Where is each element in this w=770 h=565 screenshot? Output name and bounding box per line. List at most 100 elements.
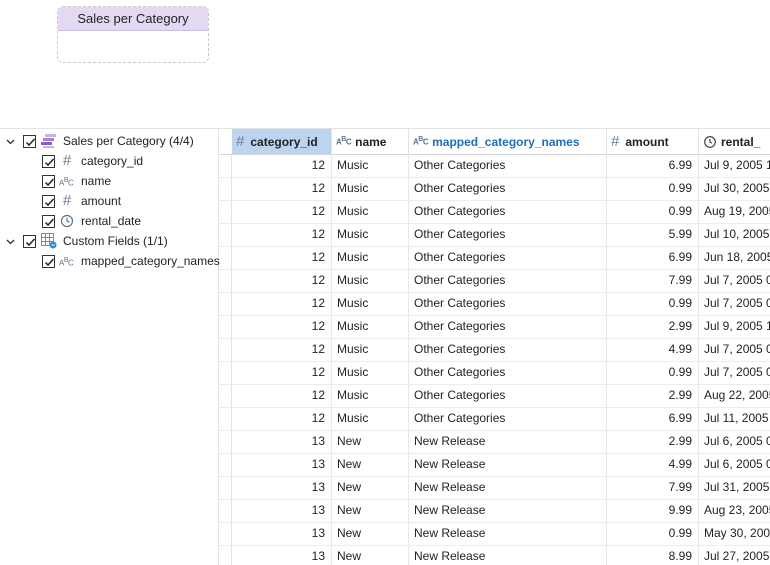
cell-amount[interactable]: 2.99 (607, 430, 699, 453)
cell-category-id[interactable]: 12 (232, 246, 332, 269)
cell-mapped-category-names[interactable]: Other Categories (409, 200, 607, 223)
table-row[interactable]: 12 Music Other Categories 2.99 Jul 9, 2005 1… (219, 315, 770, 339)
cell-category-id[interactable]: 13 (232, 499, 332, 522)
cell-mapped-category-names[interactable]: New Release (409, 499, 607, 522)
cell-rental-date[interactable]: Jul 7, 2005 06 (699, 269, 770, 292)
cell-rental-date[interactable]: Jul 9, 2005 11 (699, 315, 770, 338)
table-row[interactable]: 12 Music Other Categories 2.99 Aug 22, 2005 (219, 384, 770, 408)
cell-amount[interactable]: 6.99 (607, 246, 699, 269)
source-node-sales-per-category[interactable]: Sales per Category (57, 6, 209, 63)
tree-group-custom-fields[interactable]: Custom Fields (1/1) (6, 231, 168, 251)
table-row[interactable]: 12 Music Other Categories 0.99 Aug 19, 2005 (219, 200, 770, 224)
table-row[interactable]: 13 New New Release 9.99 Aug 23, 2005 (219, 499, 770, 523)
cell-rental-date[interactable]: May 30, 2005 (699, 522, 770, 545)
cell-amount[interactable]: 5.99 (607, 223, 699, 246)
cell-rental-date[interactable]: Jul 7, 2005 07 (699, 292, 770, 315)
cell-category-id[interactable]: 12 (232, 384, 332, 407)
cell-amount[interactable]: 4.99 (607, 453, 699, 476)
cell-rental-date[interactable]: Jul 7, 2005 07 (699, 338, 770, 361)
cell-rental-date[interactable]: Jul 6, 2005 03 (699, 430, 770, 453)
table-row[interactable]: 13NewNew Release4.99Jul 6, 2005 04 (219, 453, 770, 477)
checkbox-name[interactable] (42, 174, 55, 188)
cell-amount[interactable]: 0.99 (607, 200, 699, 223)
checkbox-rental-date[interactable] (42, 214, 55, 228)
cell-name[interactable]: Music (332, 315, 409, 338)
cell-amount[interactable]: 2.99 (607, 315, 699, 338)
cell-rental-date[interactable]: Jul 6, 2005 04 (699, 453, 770, 476)
cell-mapped-category-names[interactable]: New Release (409, 476, 607, 499)
cell-mapped-category-names[interactable]: Other Categories (409, 292, 607, 315)
cell-name[interactable]: Music (332, 246, 409, 269)
column-header-mapped-category-names[interactable]: ABC mapped_category_names (409, 129, 607, 154)
cell-category-id[interactable]: 12 (232, 223, 332, 246)
tree-item-rental-date[interactable]: rental_date (42, 211, 141, 231)
cell-mapped-category-names[interactable]: Other Categories (409, 384, 607, 407)
table-row[interactable]: 12 Music Other Categories 4.99 Jul 7, 2005 0… (219, 338, 770, 362)
table-row[interactable]: 13 New New Release 0.99 May 30, 2005 (219, 522, 770, 546)
table-row[interactable]: 12 Music Other Categories 0.99 Jul 7, 2005 0… (219, 361, 770, 385)
checkbox-custom-fields[interactable] (23, 234, 36, 248)
cell-name[interactable]: Music (332, 292, 409, 315)
cell-amount[interactable]: 9.99 (607, 499, 699, 522)
cell-mapped-category-names[interactable]: Other Categories (409, 315, 607, 338)
cell-name[interactable]: Music (332, 223, 409, 246)
checkbox-amount[interactable] (42, 194, 55, 208)
cell-name[interactable]: Music (332, 361, 409, 384)
cell-mapped-category-names[interactable]: Other Categories (409, 407, 607, 430)
cell-mapped-category-names[interactable]: Other Categories (409, 154, 607, 177)
cell-name[interactable]: Music (332, 338, 409, 361)
cell-category-id[interactable]: 12 (232, 154, 332, 177)
table-row[interactable]: 12 Music Other Categories 5.99 Jul 10, 2005 … (219, 223, 770, 247)
cell-category-id[interactable]: 12 (232, 407, 332, 430)
cell-mapped-category-names[interactable]: Other Categories (409, 246, 607, 269)
cell-amount[interactable]: 7.99 (607, 269, 699, 292)
cell-category-id[interactable]: 12 (232, 361, 332, 384)
column-header-amount[interactable]: # amount (607, 129, 699, 154)
cell-amount[interactable]: 8.99 (607, 545, 699, 565)
cell-mapped-category-names[interactable]: New Release (409, 545, 607, 565)
cell-mapped-category-names[interactable]: Other Categories (409, 223, 607, 246)
cell-mapped-category-names[interactable]: New Release (409, 430, 607, 453)
table-row[interactable]: 12 Music Other Categories 6.99 Jul 9, 2005 1… (219, 154, 770, 178)
column-header-category-id[interactable]: # category_id (232, 129, 332, 154)
cell-category-id[interactable]: 13 (232, 453, 332, 476)
cell-mapped-category-names[interactable]: New Release (409, 453, 607, 476)
cell-name[interactable]: Music (332, 407, 409, 430)
cell-amount[interactable]: 6.99 (607, 154, 699, 177)
table-row[interactable]: 12 Music Other Categories 0.99 Jul 30, 2005 … (219, 177, 770, 201)
cell-amount[interactable]: 0.99 (607, 361, 699, 384)
cell-category-id[interactable]: 12 (232, 338, 332, 361)
cell-mapped-category-names[interactable]: Other Categories (409, 361, 607, 384)
table-row[interactable]: 13NewNew Release2.99Jul 6, 2005 03 (219, 430, 770, 454)
cell-category-id[interactable]: 12 (232, 177, 332, 200)
cell-name[interactable]: Music (332, 154, 409, 177)
cell-name[interactable]: Music (332, 384, 409, 407)
cell-rental-date[interactable]: Jul 31, 2005 0 (699, 476, 770, 499)
cell-name[interactable]: Music (332, 269, 409, 292)
cell-mapped-category-names[interactable]: Other Categories (409, 269, 607, 292)
tree-item-amount[interactable]: # amount (42, 191, 121, 211)
tree-item-name[interactable]: ABC name (42, 171, 111, 191)
cell-rental-date[interactable]: Aug 22, 2005 (699, 384, 770, 407)
chevron-down-icon[interactable] (6, 137, 15, 146)
tree-item-category-id[interactable]: # category_id (42, 151, 143, 171)
cell-name[interactable]: Music (332, 177, 409, 200)
cell-category-id[interactable]: 12 (232, 200, 332, 223)
column-header-name[interactable]: ABC name (332, 129, 409, 154)
cell-amount[interactable]: 0.99 (607, 522, 699, 545)
cell-rental-date[interactable]: Jul 30, 2005 1 (699, 177, 770, 200)
cell-rental-date[interactable]: Jun 18, 2005 (699, 246, 770, 269)
cell-rental-date[interactable]: Jul 11, 2005 1 (699, 407, 770, 430)
cell-name[interactable]: New (332, 522, 409, 545)
cell-rental-date[interactable]: Jul 27, 2005 1 (699, 545, 770, 565)
cell-amount[interactable]: 0.99 (607, 292, 699, 315)
design-canvas[interactable]: Sales per Category (0, 0, 770, 128)
cell-name[interactable]: New (332, 545, 409, 565)
cell-category-id[interactable]: 13 (232, 430, 332, 453)
table-row[interactable]: 13NewNew Release7.99Jul 31, 2005 0 (219, 476, 770, 500)
cell-rental-date[interactable]: Aug 23, 2005 (699, 499, 770, 522)
chevron-down-icon[interactable] (6, 237, 15, 246)
tree-item-mapped-category-names[interactable]: ABC mapped_category_names (42, 251, 220, 271)
cell-amount[interactable]: 2.99 (607, 384, 699, 407)
cell-name[interactable]: New (332, 453, 409, 476)
